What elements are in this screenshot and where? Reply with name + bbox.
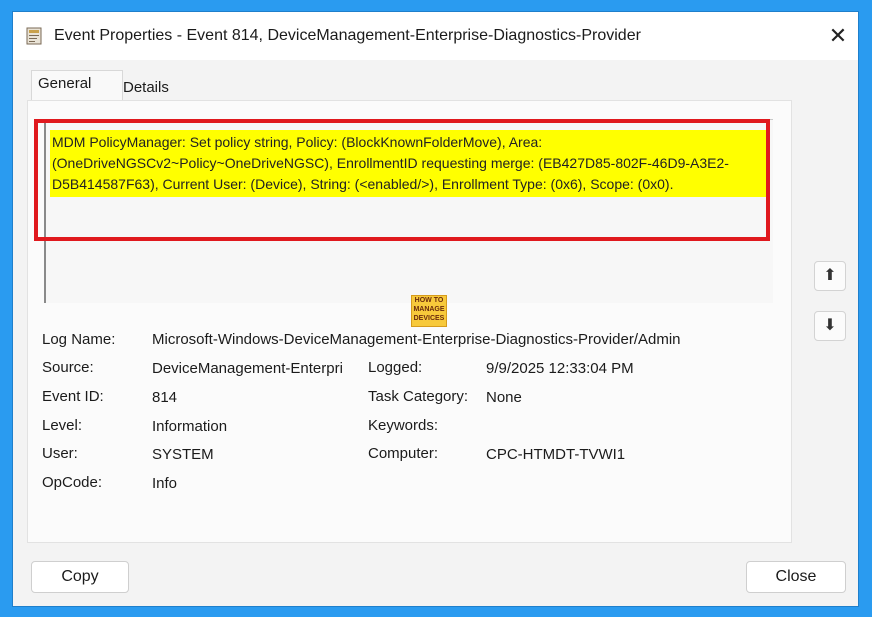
- title-bar: Event Properties - Event 814, DeviceMana…: [13, 12, 858, 60]
- keywords-label: Keywords:: [368, 417, 439, 434]
- logged-label: Logged:: [368, 359, 423, 376]
- level-label: Level:: [42, 417, 83, 434]
- next-event-button[interactable]: ⬇: [814, 311, 846, 341]
- task-category-label: Task Category:: [368, 388, 469, 405]
- event-id-label: Event ID:: [42, 388, 104, 405]
- arrow-down-icon: ⬇: [823, 317, 837, 334]
- user-label: User:: [42, 445, 78, 462]
- tab-details[interactable]: Details: [117, 75, 175, 100]
- source-label: Source:: [42, 359, 94, 376]
- event-id-value: 814: [152, 389, 178, 406]
- task-category-value: None: [486, 389, 522, 406]
- opcode-label: OpCode:: [42, 474, 103, 491]
- close-button[interactable]: Close: [746, 561, 846, 593]
- arrow-up-icon: ⬆: [823, 267, 837, 284]
- logged-value: 9/9/2025 12:33:04 PM: [486, 360, 634, 377]
- copy-button[interactable]: Copy: [31, 561, 129, 593]
- tab-general[interactable]: General: [31, 70, 123, 101]
- annotation-highlight-box: [34, 119, 770, 241]
- window-title: Event Properties - Event 814, DeviceMana…: [54, 27, 641, 44]
- event-viewer-icon: [26, 27, 42, 45]
- event-properties-window: Event Properties - Event 814, DeviceMana…: [13, 12, 858, 606]
- level-value: Information: [152, 418, 228, 435]
- user-value: SYSTEM: [152, 446, 214, 463]
- log-name-value: Microsoft-Windows-DeviceManagement-Enter…: [152, 331, 681, 348]
- previous-event-button[interactable]: ⬆: [814, 261, 846, 291]
- general-panel: MDM PolicyManager: Set policy string, Po…: [27, 100, 792, 543]
- watermark-logo: HOW TO MANAGE DEVICES: [411, 295, 447, 327]
- computer-value: CPC-HTMDT-TVWI1: [486, 446, 626, 463]
- log-name-label: Log Name:: [42, 331, 116, 348]
- close-window-icon[interactable]: ✕: [824, 22, 852, 50]
- source-value: DeviceManagement-Enterpri: [152, 360, 343, 377]
- computer-label: Computer:: [368, 445, 439, 462]
- opcode-value: Info: [152, 475, 178, 492]
